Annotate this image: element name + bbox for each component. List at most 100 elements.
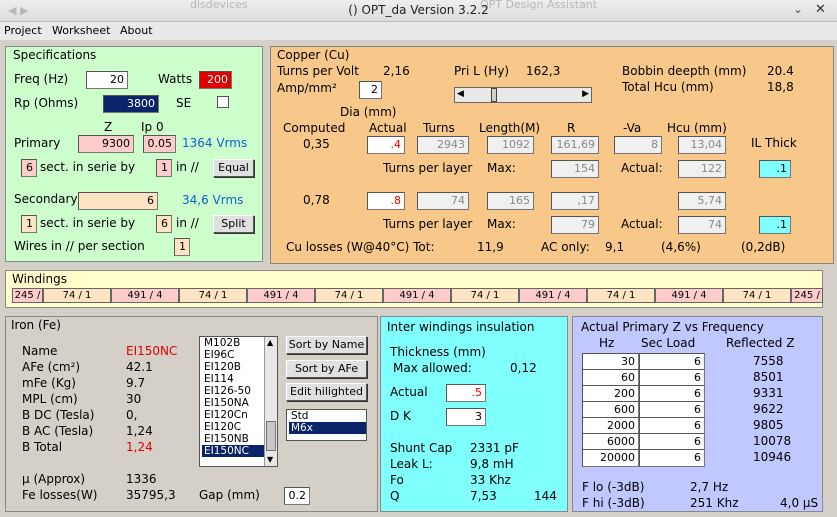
ac-only-value: 9,1 [605, 240, 625, 254]
secondary-max-label: Max: [487, 217, 516, 231]
specifications-title: Specifications [13, 48, 97, 62]
wires-input[interactable]: 1 [174, 238, 190, 256]
max-allowed-value: 0,12 [510, 361, 537, 375]
amp-label: Amp/mm² [277, 81, 337, 95]
primary-actual-field: 122 [678, 160, 726, 178]
title-bar: ◀ ▶ disdevices OPT Design Assistant () O… [0, 0, 837, 22]
secondary-z-input[interactable]: 6 [78, 192, 158, 210]
se-label: SE [176, 96, 192, 110]
secondary-il-thick-input[interactable]: .1 [759, 216, 791, 234]
primary-length-field: 1092 [487, 136, 534, 154]
sort-by-name-button[interactable]: Sort by Name [286, 336, 367, 354]
primary-parallel-input[interactable]: 1 [156, 159, 172, 177]
rp-input[interactable]: 3800 [103, 95, 159, 113]
reflected-z-value: 9622 [753, 402, 784, 416]
cu-losses-total: 11,9 [477, 240, 504, 254]
winding-segment: 491 / 4 [655, 288, 723, 303]
minimize-icon[interactable]: ⌄ [793, 2, 803, 16]
material-list[interactable]: Std M6x [286, 409, 367, 441]
reflected-z-value: 9331 [753, 386, 784, 400]
f-hi-label: F hi (-3dB) [582, 496, 645, 510]
menu-about[interactable]: About [120, 24, 153, 37]
insulation-panel: Inter windings insulation Thickness (mm)… [380, 316, 568, 512]
primary-sections-input[interactable]: 6 [21, 159, 37, 177]
material-list-item[interactable]: Std [289, 410, 366, 422]
primary-ip0-input[interactable]: 0.05 [143, 135, 176, 153]
slider-left-arrow[interactable]: ◀ [457, 89, 464, 99]
primary-actual-dia-input[interactable]: .4 [367, 136, 405, 154]
mfe-value: 9.7 [126, 376, 146, 390]
core-list-scrollbar[interactable]: ▲ ▼ [264, 337, 277, 466]
reflected-z-value: 8501 [753, 370, 784, 384]
secondary-sections-input[interactable]: 1 [21, 215, 37, 233]
ins-actual-input[interactable]: .5 [446, 384, 486, 402]
il-thick-header: IL Thick [751, 136, 797, 150]
mfe-label: mFe (Kg) [22, 376, 76, 390]
core-name-label: Name [22, 344, 58, 358]
q-value: 7,53 [470, 489, 497, 503]
core-list-scroll-thumb[interactable] [266, 421, 276, 451]
leak-l-label: Leak L: [390, 457, 433, 471]
reflected-z-value: 10946 [753, 450, 792, 464]
sec-load-input[interactable]: 6 [639, 449, 705, 467]
primary-va-field: 8 [614, 136, 662, 154]
insulation-title: Inter windings insulation [387, 320, 535, 334]
winding-segment: 74 / 1 [43, 288, 111, 303]
turns-per-volt-label: Turns per Volt [277, 64, 359, 78]
sec-load-header: Sec Load [641, 336, 696, 350]
equal-button[interactable]: Equal [213, 159, 254, 177]
primary-r-field: 161,69 [551, 136, 599, 154]
turns-per-volt-value: 2,16 [383, 64, 410, 78]
ac-only-label: AC only: [541, 240, 590, 254]
specifications-panel: Specifications Freq (Hz) 20 Watts 200 Rp… [5, 46, 263, 262]
dk-input[interactable]: 3 [446, 408, 486, 426]
winding-segment: 74 / 1 [587, 288, 655, 303]
gap-label: Gap (mm) [199, 488, 260, 502]
primary-max-field: 154 [551, 160, 599, 178]
secondary-max-field: 79 [551, 216, 599, 234]
actual-header: Actual [369, 121, 407, 135]
slider-right-arrow[interactable]: ▶ [582, 89, 589, 99]
fo-value: 33 Khz [470, 473, 511, 487]
freq-input[interactable]: 20 [86, 71, 128, 89]
secondary-vrms: 34,6 Vrms [182, 193, 244, 207]
material-list-item[interactable]: M6x [289, 422, 366, 434]
secondary-label: Secondary [14, 192, 78, 206]
thickness-label: Thickness (mm) [390, 345, 486, 359]
pri-l-slider[interactable]: ◀ ▶ [454, 87, 592, 103]
sort-by-afe-button[interactable]: Sort by AFe [286, 360, 367, 378]
secondary-in-label: in // [176, 216, 199, 230]
edit-highlighted-button[interactable]: Edit hilighted [286, 383, 367, 401]
winding-segment: 491 / 4 [247, 288, 315, 303]
secondary-parallel-input[interactable]: 6 [156, 215, 172, 233]
primary-vrms: 1364 Vrms [182, 136, 248, 150]
primary-il-thick-input[interactable]: .1 [759, 160, 791, 178]
windings-panel: Windings 245 /74 / 1 491 / 4 74 / 1 491 / 4… [5, 270, 823, 308]
windings-title: Windings [12, 272, 67, 286]
watts-input[interactable]: 200 [199, 71, 232, 89]
max-allowed-label: Max allowed: [393, 361, 472, 375]
scroll-down-icon[interactable]: ▼ [267, 454, 273, 466]
f-lo-value: 2,7 Hz [690, 480, 729, 494]
core-list[interactable]: M102B EI96C EI120B EI114 EI126-50 EI150NA EI12… [199, 336, 278, 467]
secondary-actual-field: 74 [678, 216, 726, 234]
scroll-up-icon[interactable]: ▲ [267, 337, 273, 349]
split-button[interactable]: Split [213, 215, 254, 233]
f-hi-value: 251 Khz [690, 496, 739, 510]
secondary-actual-dia-input[interactable]: .8 [367, 192, 405, 210]
z-frequency-panel: Actual Primary Z vs Frequency Hz Sec Loa… [572, 316, 823, 512]
menu-worksheet[interactable]: Worksheet [52, 24, 110, 37]
menu-project[interactable]: Project [4, 24, 42, 37]
fo-label: Fo [390, 473, 404, 487]
close-icon[interactable]: ✕ [815, 2, 826, 17]
primary-z-input[interactable]: 9300 [78, 135, 134, 153]
winding-segment: 491 / 4 [111, 288, 179, 303]
se-checkbox[interactable] [217, 96, 229, 108]
ip0-header: Ip 0 [141, 120, 164, 134]
slider-thumb[interactable] [490, 88, 497, 102]
amp-input[interactable]: 2 [359, 81, 382, 99]
q-label: Q [390, 489, 400, 503]
secondary-length-field: 165 [487, 192, 534, 210]
freq-hz-input[interactable]: 20000 [582, 449, 639, 467]
gap-input[interactable]: 0.2 [284, 487, 310, 505]
